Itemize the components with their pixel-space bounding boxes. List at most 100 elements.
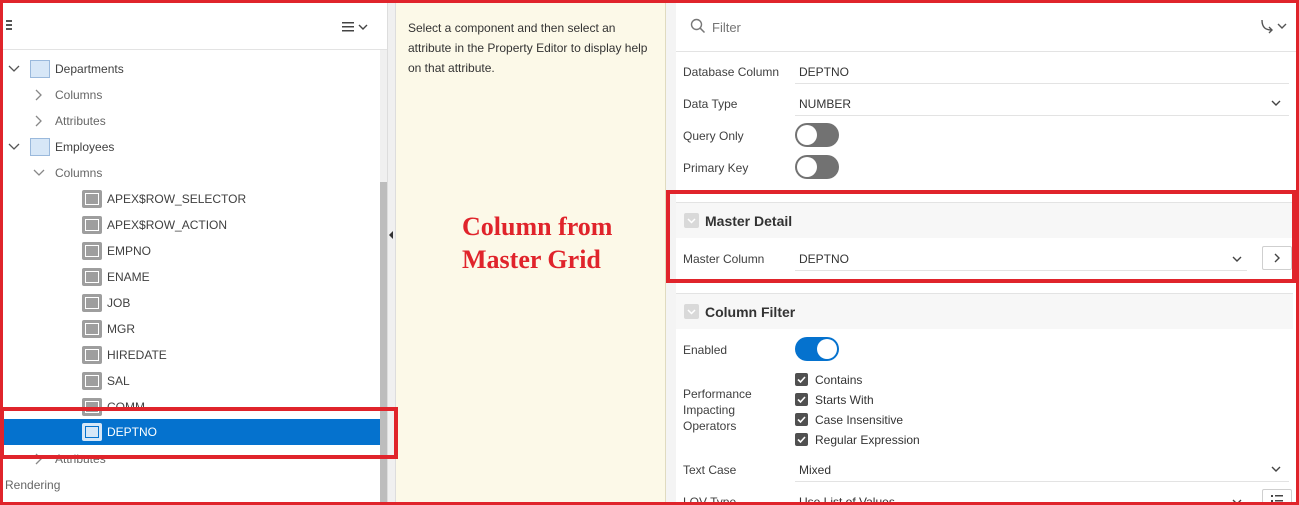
operator-label: Contains <box>815 373 863 387</box>
lov-type-select[interactable]: Use List of Values <box>799 495 895 505</box>
tree-node-label: JOB <box>107 296 131 310</box>
text-case-select[interactable]: Mixed <box>799 463 831 477</box>
text-case-label: Text Case <box>683 463 737 477</box>
chevron-right-icon[interactable] <box>33 453 45 465</box>
tree-node-columns[interactable]: Columns <box>0 160 380 186</box>
tree-node-departments[interactable]: Departments <box>0 56 380 82</box>
tree-node-label: SAL <box>107 374 130 388</box>
tree-node-selected[interactable]: DEPTNO <box>0 419 380 445</box>
tree-node-label: ENAME <box>107 270 150 284</box>
tree-node-rendering[interactable]: Rendering <box>0 472 380 498</box>
tree-node-label: Attributes <box>55 452 106 466</box>
chevron-down-icon[interactable] <box>1271 464 1281 474</box>
primary-key-toggle[interactable] <box>795 155 839 179</box>
group-column-filter[interactable]: Column Filter <box>676 293 1293 329</box>
go-to-master-column-button[interactable] <box>1262 246 1292 270</box>
panel-splitter-left[interactable] <box>388 0 396 505</box>
filter-input[interactable] <box>712 16 1212 38</box>
drag-grip-icon[interactable] <box>6 20 12 32</box>
tree-node-column[interactable]: JOB <box>0 290 380 316</box>
data-type-select[interactable]: NUMBER <box>799 97 851 111</box>
annotation-line-1: Column from <box>462 212 613 241</box>
tree-node-column[interactable]: HIREDATE <box>0 342 380 368</box>
tree-node-column[interactable]: ENAME <box>0 264 380 290</box>
chevron-down-icon[interactable] <box>8 141 20 153</box>
help-text: Select a component and then select an at… <box>408 21 648 75</box>
operator-label: Starts With <box>815 393 874 407</box>
tree-node-label: EMPNO <box>107 244 152 258</box>
tree-node-column[interactable]: SAL <box>0 368 380 394</box>
group-master-detail[interactable]: Master Detail <box>676 202 1293 238</box>
tree-menu-button[interactable] <box>340 18 370 36</box>
tree-node-employees[interactable]: Employees <box>0 134 380 160</box>
list-of-values-button[interactable] <box>1262 489 1292 505</box>
chevron-right-icon[interactable] <box>33 115 45 127</box>
chevron-right-icon[interactable] <box>33 89 45 101</box>
clipboard-column-icon <box>82 216 102 234</box>
divider <box>795 115 1289 116</box>
table-icon <box>30 138 50 156</box>
chevron-down-icon[interactable] <box>1232 497 1242 505</box>
property-editor: Database Column DEPTNO Data Type NUMBER … <box>676 0 1299 505</box>
text-field-icon <box>82 294 102 312</box>
tree-node-label: Employees <box>55 140 115 154</box>
tree-node-column[interactable]: COMM <box>0 394 380 420</box>
panel-splitter-right[interactable] <box>666 0 676 505</box>
master-column-label: Master Column <box>683 252 765 266</box>
database-column-value: DEPTNO <box>799 65 850 79</box>
primary-key-label: Primary Key <box>683 161 749 175</box>
tree-scrollbar-thumb[interactable] <box>380 182 387 505</box>
tree-node-label: Columns <box>55 166 103 180</box>
filter-bar <box>676 0 1299 52</box>
collapse-left-icon[interactable] <box>389 231 393 239</box>
operator-label: Case Insensitive <box>815 413 904 427</box>
query-only-toggle[interactable] <box>795 123 839 147</box>
tree-toolbar <box>0 0 387 50</box>
tree-node-label: Departments <box>55 62 124 76</box>
operator-checkbox[interactable] <box>795 433 808 446</box>
number-field-icon <box>82 372 102 390</box>
enabled-toggle[interactable] <box>795 337 839 361</box>
chevron-down-icon[interactable] <box>33 167 45 179</box>
performance-label: Operators <box>683 419 737 433</box>
group-title: Master Detail <box>705 213 793 229</box>
enabled-label: Enabled <box>683 343 728 357</box>
chevron-down-icon[interactable] <box>1271 98 1281 108</box>
menu-icon <box>342 22 368 32</box>
tree-node-label: MGR <box>107 322 135 336</box>
annotation-text: Column from Master Grid <box>462 210 662 276</box>
collapse-group-icon[interactable] <box>684 304 699 319</box>
divider <box>795 481 1289 482</box>
database-column-label: Database Column <box>683 65 780 79</box>
master-column-select[interactable]: DEPTNO <box>799 252 849 266</box>
table-icon <box>30 60 50 78</box>
tree-node-column[interactable]: MGR <box>0 316 380 342</box>
go-to-group-icon[interactable] <box>1260 18 1290 34</box>
tree-node-columns[interactable]: Columns <box>0 82 380 108</box>
tree-node-column[interactable]: EMPNO <box>0 238 380 264</box>
tree-node-attributes[interactable]: Attributes <box>0 108 380 134</box>
tree-node-label: APEX$ROW_SELECTOR <box>107 192 247 206</box>
tree-node-column[interactable]: APEX$ROW_SELECTOR <box>0 186 380 212</box>
query-only-label: Query Only <box>683 129 744 143</box>
tree-node-label: Rendering <box>5 478 61 492</box>
tree-node-label: DEPTNO <box>107 425 158 439</box>
operator-checkbox[interactable] <box>795 413 808 426</box>
performance-label: Performance <box>683 387 752 401</box>
tree-node-label: Attributes <box>55 114 106 128</box>
number-field-icon <box>82 242 102 260</box>
chevron-right-icon <box>1274 253 1280 263</box>
operator-checkbox[interactable] <box>795 373 808 386</box>
number-field-icon <box>82 398 102 416</box>
divider <box>795 83 1289 84</box>
tree-node-attributes[interactable]: Attributes <box>0 446 380 472</box>
calendar-icon <box>82 346 102 364</box>
operator-label: Regular Expression <box>815 433 920 447</box>
operator-checkbox[interactable] <box>795 393 808 406</box>
chevron-down-icon[interactable] <box>1232 254 1242 264</box>
collapse-group-icon[interactable] <box>684 213 699 228</box>
chevron-down-icon[interactable] <box>8 63 20 75</box>
tree-node-column[interactable]: APEX$ROW_ACTION <box>0 212 380 238</box>
tree-node-label: COMM <box>107 400 145 414</box>
lov-type-label: LOV Type <box>683 495 737 505</box>
